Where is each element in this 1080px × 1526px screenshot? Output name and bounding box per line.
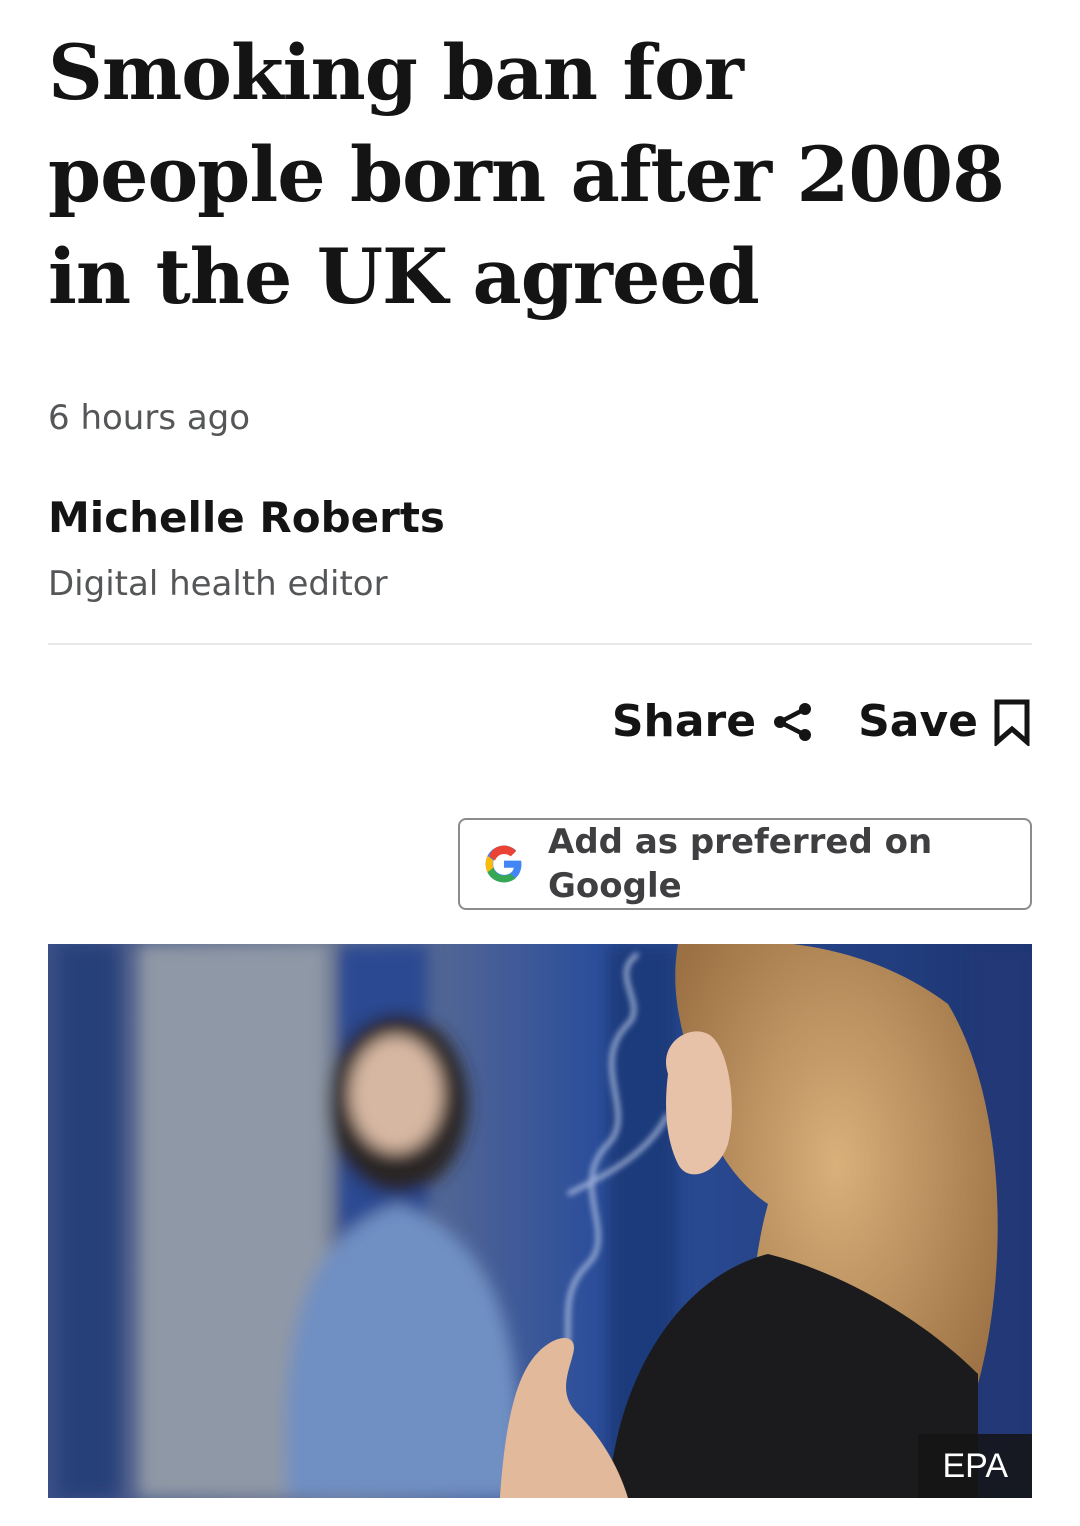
- google-button-label: Add as preferred on Google: [548, 822, 933, 906]
- article-actions: Share Save: [612, 690, 1032, 754]
- author-name: Michelle Roberts: [48, 493, 445, 542]
- article-timestamp: 6 hours ago: [48, 398, 251, 438]
- author-role: Digital health editor: [48, 564, 388, 604]
- byline-divider: [48, 643, 1032, 645]
- add-preferred-google-button[interactable]: Add as preferred on Google: [458, 818, 1032, 910]
- google-g-icon: [484, 844, 524, 884]
- share-label: Share: [611, 696, 757, 747]
- hero-photo: [48, 944, 1032, 1498]
- save-label: Save: [858, 696, 978, 747]
- share-icon: [770, 700, 814, 744]
- save-button[interactable]: Save: [858, 694, 1032, 750]
- article-page: Smoking ban for people born after 2008 i…: [48, 0, 1032, 1526]
- hero-image: EPA: [48, 944, 1032, 1498]
- share-button[interactable]: Share: [612, 694, 814, 750]
- image-credit: EPA: [918, 1434, 1032, 1498]
- article-headline: Smoking ban for people born after 2008 i…: [48, 28, 1005, 321]
- bookmark-icon: [992, 698, 1032, 746]
